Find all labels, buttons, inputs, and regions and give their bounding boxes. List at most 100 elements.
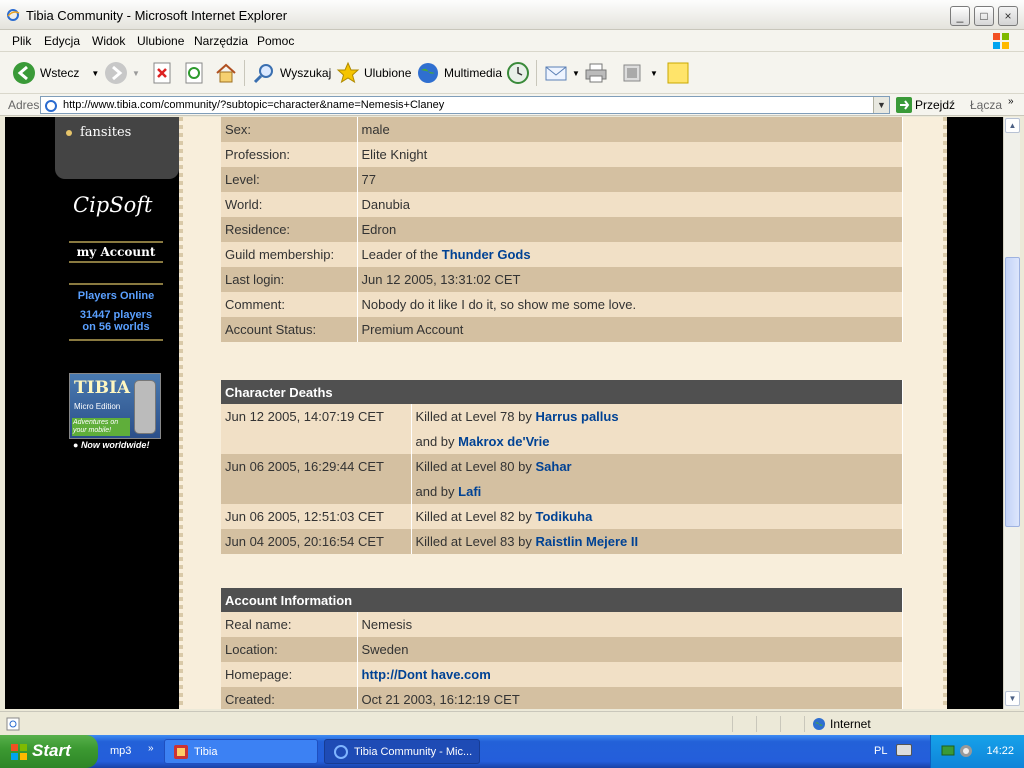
homepage-link[interactable]: http://Dont have.com (362, 667, 491, 682)
web-content: fansites CipSoft my Account Players Onli… (5, 117, 1003, 709)
links-toolbar[interactable]: Łącza (970, 98, 1002, 112)
maximize-button[interactable]: □ (974, 6, 994, 26)
row-key: Guild membership: (221, 242, 358, 267)
killer-link[interactable]: Makrox de'Vrie (458, 434, 549, 449)
guild-link[interactable]: Thunder Gods (442, 247, 531, 262)
address-input[interactable]: http://www.tibia.com/community/?subtopic… (40, 96, 890, 114)
messenger-button[interactable] (666, 60, 690, 86)
row-value: Sweden (357, 637, 903, 662)
home-button[interactable] (214, 60, 238, 86)
row-value: Danubia (357, 192, 903, 217)
death-date: Jun 06 2005, 12:51:03 CET (221, 504, 412, 529)
mail-button[interactable]: ▼ (544, 60, 580, 86)
media-label: Multimedia (444, 66, 503, 80)
row-key: Location: (221, 637, 358, 662)
menu-tools[interactable]: Narzędzia (194, 34, 248, 48)
back-label: Wstecz (40, 66, 80, 80)
table-row: Jun 12 2005, 14:07:19 CET Killed at Level… (221, 404, 903, 429)
row-value: Nobody do it like I do it, so show me so… (357, 292, 903, 317)
bullet-icon (66, 130, 72, 136)
row-value: Leader of the Thunder Gods (357, 242, 903, 267)
menu-favorites[interactable]: Ulubione (137, 34, 184, 48)
death-date (221, 479, 412, 504)
printer-icon (585, 63, 607, 83)
history-button[interactable] (506, 60, 530, 86)
mail-dropdown-icon[interactable]: ▼ (572, 69, 580, 78)
links-chevron-icon[interactable]: » (1008, 96, 1014, 107)
table-row: Location: Sweden (221, 637, 903, 662)
address-url[interactable]: http://www.tibia.com/community/?subtopic… (63, 99, 444, 111)
favorites-button[interactable]: Ulubione (336, 60, 411, 86)
window-title: Tibia Community - Microsoft Internet Exp… (26, 8, 288, 23)
forward-dropdown-icon[interactable]: ▼ (132, 69, 140, 78)
vertical-scrollbar[interactable]: ▲ ▼ (1003, 117, 1020, 709)
ie-icon (7, 9, 20, 21)
death-date (221, 429, 412, 454)
go-arrow-icon (896, 97, 912, 113)
system-tray: 14:22 (930, 735, 1024, 768)
antivirus-icon[interactable] (959, 744, 973, 758)
killer-link[interactable]: Harrus pallus (535, 409, 618, 424)
menu-help[interactable]: Pomoc (257, 34, 294, 48)
edit-dropdown-icon[interactable]: ▼ (650, 69, 658, 78)
nav-fansites[interactable]: fansites (80, 125, 131, 140)
killer-link[interactable]: Sahar (535, 459, 571, 474)
players-count: 31447 players (79, 309, 153, 321)
network-icon[interactable] (941, 744, 955, 758)
quicklaunch-chevron-icon[interactable]: » (148, 743, 154, 754)
star-icon (336, 61, 360, 84)
killer-link[interactable]: Lafi (458, 484, 481, 499)
forward-arrow-icon (105, 62, 127, 84)
death-desc: Killed at Level 83 by Raistlin Mejere II (411, 529, 903, 554)
cipsoft-logo[interactable]: CipSoft (73, 193, 152, 217)
go-button[interactable]: Przejdź (896, 97, 955, 113)
death-date: Jun 06 2005, 16:29:44 CET (221, 454, 412, 479)
menu-edit[interactable]: Edycja (44, 34, 80, 48)
scroll-down-icon[interactable]: ▼ (1005, 691, 1020, 706)
table-row: Profession: Elite Knight (221, 142, 903, 167)
print-button[interactable] (584, 60, 608, 86)
death-date: Jun 04 2005, 20:16:54 CET (221, 529, 412, 554)
address-dropdown-icon[interactable]: ▼ (873, 97, 889, 113)
quicklaunch-mp3[interactable]: mp3 (110, 745, 131, 757)
go-label: Przejdź (915, 98, 956, 112)
start-button[interactable]: Start (0, 735, 98, 768)
section-header: Account Information (221, 588, 903, 612)
death-date: Jun 12 2005, 14:07:19 CET (221, 404, 412, 429)
forward-button[interactable]: ▼ (104, 60, 140, 86)
scroll-up-icon[interactable]: ▲ (1005, 118, 1020, 133)
players-online-box[interactable]: Players Online 31447 players on 56 world… (69, 283, 163, 341)
killer-link[interactable]: Raistlin Mejere II (535, 534, 638, 549)
edit-button[interactable]: ▼ (622, 60, 658, 86)
address-label: Adres (8, 98, 40, 112)
row-value: Elite Knight (357, 142, 903, 167)
status-bar: Internet (0, 711, 1024, 735)
zone-label: Internet (830, 717, 871, 731)
back-button[interactable]: Wstecz ▼ (12, 60, 99, 86)
row-key: Created: (221, 687, 358, 709)
minimize-button[interactable]: _ (950, 6, 970, 26)
table-row: Guild membership: Leader of the Thunder G… (221, 242, 903, 267)
menu-file[interactable]: Plik (12, 34, 31, 48)
killer-link[interactable]: Todikuha (535, 509, 592, 524)
close-button[interactable]: × (998, 6, 1018, 26)
media-button[interactable]: Multimedia (416, 60, 502, 86)
refresh-button[interactable] (184, 60, 204, 86)
row-key: Comment: (221, 292, 358, 317)
keyboard-icon[interactable] (896, 744, 912, 756)
my-account-button[interactable]: my Account (69, 241, 163, 263)
stop-button[interactable] (152, 60, 172, 86)
back-dropdown-icon[interactable]: ▼ (91, 69, 99, 78)
page-status-icon (6, 717, 20, 731)
account-title: Account Information (221, 588, 903, 612)
menu-bar: Plik Edycja Widok Ulubione Narzędzia Pom… (0, 30, 1024, 52)
scroll-thumb[interactable] (1005, 257, 1020, 527)
tibia-micro-banner[interactable]: TIBIA Micro Edition Adventures on your m… (69, 373, 161, 439)
death-text: Killed at Level 82 by (415, 509, 532, 524)
language-indicator[interactable]: PL (874, 745, 887, 757)
search-button[interactable]: Wyszukaj (252, 60, 331, 86)
menu-view[interactable]: Widok (92, 34, 125, 48)
task-tibia[interactable]: Tibia (164, 739, 318, 764)
row-value: Jun 12 2005, 13:31:02 CET (357, 267, 903, 292)
task-tibia-community[interactable]: Tibia Community - Mic... (324, 739, 480, 764)
